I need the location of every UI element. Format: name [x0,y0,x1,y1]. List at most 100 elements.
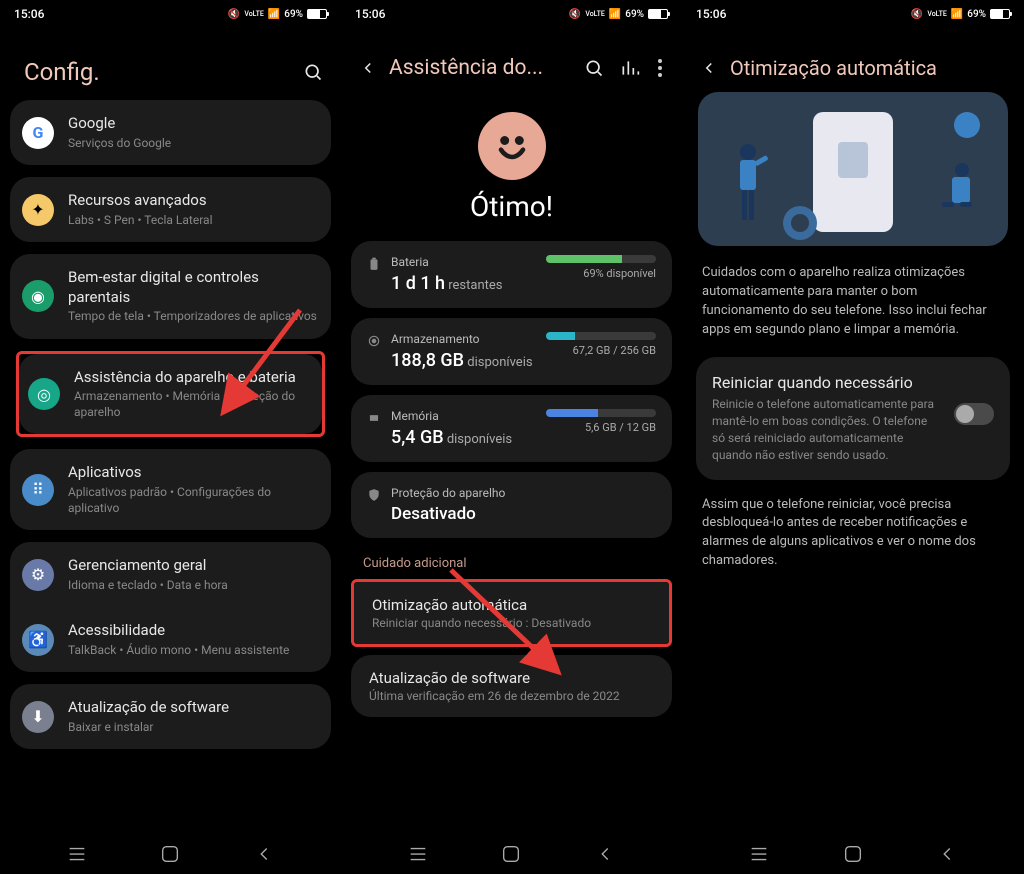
highlight-auto-optimize: Otimização automática Reiniciar quando n… [351,579,672,647]
settings-item-device-care[interactable]: ◎ Assistência do aparelho e bateria Arma… [19,354,322,435]
status-text: Ótimo! [470,190,553,223]
nav-back[interactable] [594,843,616,865]
settings-item-advanced[interactable]: ✦ Recursos avançados Labs • S Pen • Tecl… [10,177,331,242]
net-label: VoLTE [585,10,604,18]
battery-card[interactable]: Bateria 1 d 1 h restantes 69% disponível [351,241,672,308]
status-bar: 15:06 🔇 VoLTE 📶 69% [682,0,1024,28]
page-title: Config. [24,58,100,86]
nav-home[interactable] [842,843,864,865]
mute-icon: 🔇 [228,9,240,20]
memory-card[interactable]: Memória 5,4 GB disponíveis 5,6 GB / 12 G… [351,395,672,462]
description-2: Assim que o telefone reiniciar, você pre… [682,496,1024,589]
nav-recents[interactable] [66,843,88,865]
page-title: Otimização automática [730,56,1006,80]
storage-icon [367,334,381,348]
item-sub: Aplicativos padrão • Configurações do ap… [68,485,319,516]
status-right: 🔇 VoLTE 📶 69% [228,9,327,20]
item-title: Bem-estar digital e controles parentais [68,268,319,307]
google-icon: G [22,117,54,149]
nav-recents[interactable] [748,843,770,865]
item-sub: Baixar e instalar [68,720,319,736]
search-icon[interactable] [584,58,604,78]
toggle-title: Reiniciar quando necessário [712,373,940,392]
metric-label: Memória [391,409,536,423]
signal-icon: 📶 [951,9,963,20]
sliders-icon: ⚙ [22,559,54,591]
item-auto-optimize[interactable]: Otimização automática Reiniciar quando n… [354,582,669,644]
metric-value: 1 d 1 h restantes [391,273,536,294]
back-icon[interactable] [359,59,377,77]
highlight-device-care: ◎ Assistência do aparelho e bateria Arma… [16,351,325,438]
settings-item-general[interactable]: ⚙ Gerenciamento geral Idioma e teclado •… [10,542,331,607]
chart-icon[interactable] [620,58,640,78]
search-icon[interactable] [303,62,323,82]
item-sub: Armazenamento • Memória • Proteção do ap… [74,389,313,420]
storage-card[interactable]: Armazenamento 188,8 GB disponíveis 67,2 … [351,318,672,385]
page-header: Config. [0,28,341,100]
restart-toggle-card[interactable]: Reiniciar quando necessário Reinicie o t… [696,357,1010,479]
metric-value: 188,8 GB disponíveis [391,350,536,371]
metric-caption: 69% disponível [546,267,656,280]
nav-bar [682,834,1024,874]
nav-home[interactable] [500,843,522,865]
progress-bar [546,332,656,340]
item-sub: Reiniciar quando necessário : Desativado [372,616,651,630]
download-icon: ⬇ [22,701,54,733]
item-sub: Labs • S Pen • Tecla Lateral [68,213,319,229]
device-care-icon: ◎ [28,378,60,410]
item-title: Gerenciamento geral [68,556,319,576]
status-time: 15:06 [696,7,726,21]
net-label: VoLTE [244,10,263,18]
person-icon [726,142,770,228]
metric-label: Proteção do aparelho [391,486,656,500]
item-sub: TalkBack • Áudio mono • Menu assistente [68,643,319,659]
item-title: Recursos avançados [68,191,319,211]
mute-icon: 🔇 [911,9,923,20]
nav-bar [0,834,341,874]
settings-item-apps[interactable]: ⠿ Aplicativos Aplicativos padrão • Confi… [10,449,331,530]
smile-icon [478,112,546,180]
back-icon[interactable] [700,59,718,77]
gear-icon [783,206,817,240]
status-right: 🔇 VoLTE 📶 69% [911,9,1010,20]
screen-auto-optimize: 15:06 🔇 VoLTE 📶 69% Otimização automátic… [682,0,1024,874]
page-header: Otimização automática [682,28,1024,92]
memory-icon [367,411,381,425]
star-icon: ✦ [22,194,54,226]
battery-pct: 69% [967,9,986,20]
item-sub: Idioma e teclado • Data e hora [68,578,319,594]
screen-device-care: 15:06 🔇 VoLTE 📶 69% Assistência do... Ót… [341,0,682,874]
metric-value: 5,4 GB disponíveis [391,427,536,448]
settings-item-google[interactable]: G Google Serviços do Google [10,100,331,165]
nav-recents[interactable] [407,843,429,865]
nav-back[interactable] [936,843,958,865]
metric-caption: 5,6 GB / 12 GB [546,421,656,434]
nav-back[interactable] [253,843,275,865]
battery-pct: 69% [284,9,303,20]
settings-item-update[interactable]: ⬇ Atualização de software Baixar e insta… [10,684,331,749]
metric-label: Bateria [391,255,536,269]
item-title: Atualização de software [369,669,654,687]
protection-card[interactable]: Proteção do aparelho Desativado [351,472,672,538]
more-icon[interactable] [656,57,664,79]
progress-bar [546,255,656,263]
nav-home[interactable] [159,843,181,865]
signal-icon: 📶 [268,9,280,20]
toggle-sub: Reinicie o telefone automaticamente para… [712,396,940,463]
battery-icon [990,9,1010,19]
item-sub: Tempo de tela • Temporizadores de aplica… [68,309,319,325]
status-bar: 15:06 🔇 VoLTE 📶 69% [341,0,682,28]
net-label: VoLTE [927,10,946,18]
item-title: Assistência do aparelho e bateria [74,368,313,388]
settings-item-accessibility[interactable]: ♿ Acessibilidade TalkBack • Áudio mono •… [10,607,331,672]
toggle-switch[interactable] [954,403,994,425]
section-label: Cuidado adicional [341,548,682,579]
nav-bar [341,834,682,874]
settings-item-wellbeing[interactable]: ◉ Bem-estar digital e controles parentai… [10,254,331,339]
metric-value: Desativado [391,504,656,524]
battery-pct: 69% [625,9,644,20]
item-software-update[interactable]: Atualização de software Última verificaç… [351,655,672,717]
description-1: Cuidados com o aparelho realiza otimizaç… [682,264,1024,357]
page-title: Assistência do... [389,56,572,80]
item-sub: Última verificação em 26 de dezembro de … [369,689,654,703]
